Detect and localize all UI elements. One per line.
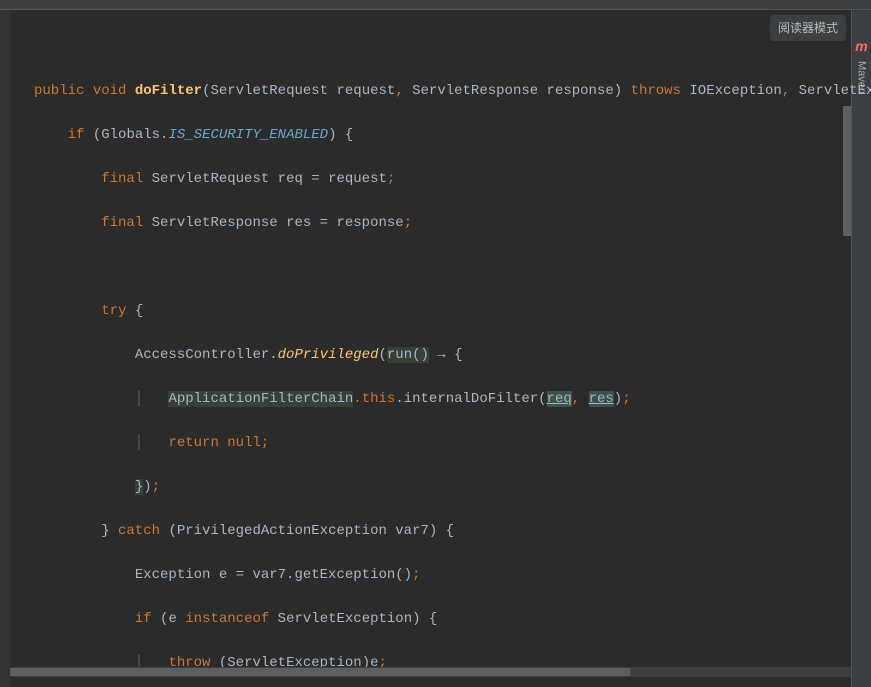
code-line: Exception e = var7.getException();: [10, 564, 871, 586]
scrollbar-vertical-thumb[interactable]: [843, 106, 851, 236]
reader-mode-badge[interactable]: 阅读器模式: [770, 15, 846, 41]
code-line: │ return null;: [10, 432, 871, 454]
code-line: [10, 256, 871, 278]
code-line: if (Globals.IS_SECURITY_ENABLED) {: [10, 124, 871, 146]
code-line: public void doFilter(ServletRequest requ…: [10, 80, 871, 102]
scrollbar-horizontal-track[interactable]: [10, 667, 851, 677]
code-line: });: [10, 476, 871, 498]
code-line: final ServletRequest req = request;: [10, 168, 871, 190]
code-line: final ServletResponse res = response;: [10, 212, 871, 234]
code-line: if (e instanceof ServletException) {: [10, 608, 871, 630]
top-bar: [0, 0, 871, 10]
code-line: │ ApplicationFilterChain.this.internalDo…: [10, 388, 871, 410]
editor-gutter[interactable]: [0, 10, 10, 687]
code-area[interactable]: public void doFilter(ServletRequest requ…: [10, 10, 871, 687]
editor-container: public void doFilter(ServletRequest requ…: [0, 10, 871, 687]
code-line: try {: [10, 300, 871, 322]
code-line: AccessController.doPrivileged(run() → {: [10, 344, 871, 366]
code-line: } catch (PrivilegedActionException var7)…: [10, 520, 871, 542]
code-line: [10, 36, 871, 58]
scrollbar-vertical-track[interactable]: [841, 36, 851, 663]
scrollbar-horizontal-thumb[interactable]: [10, 668, 630, 676]
